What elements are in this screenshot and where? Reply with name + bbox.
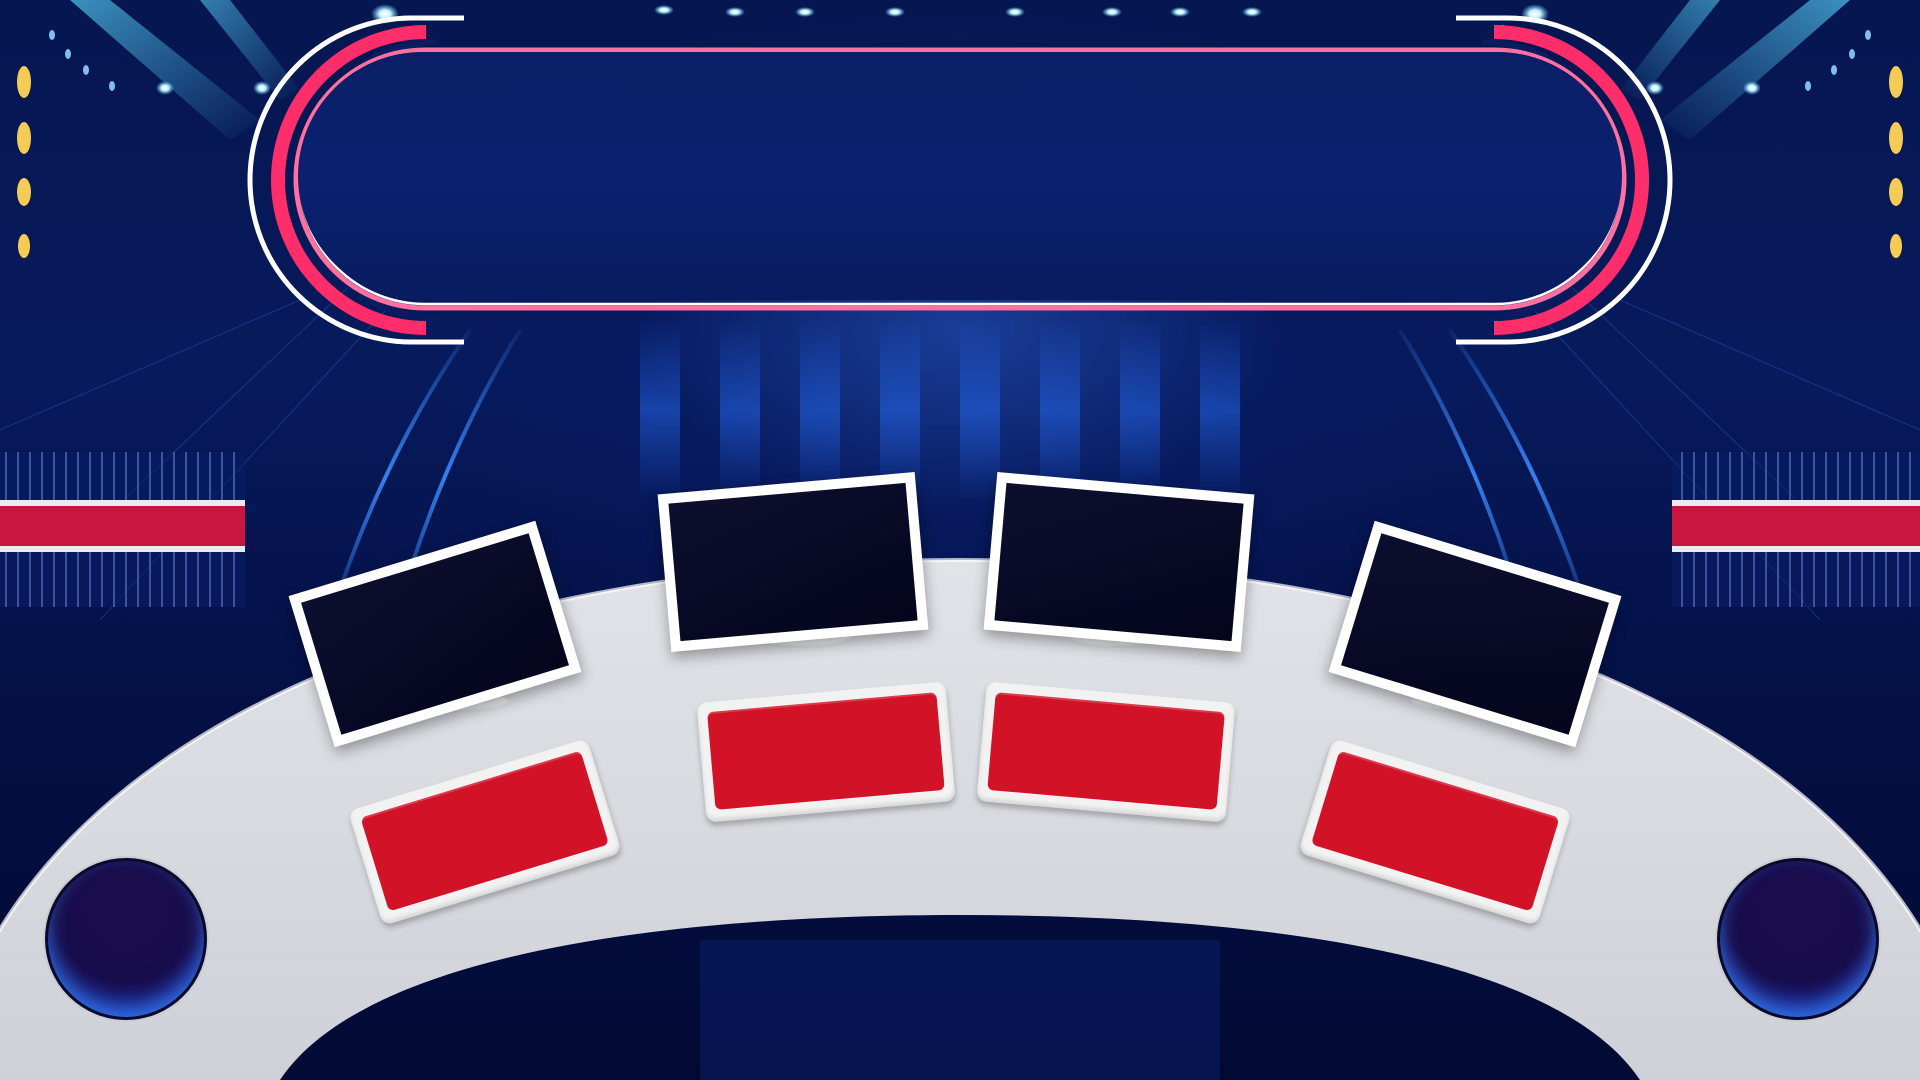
podium-3-buzzer-face[interactable] [987, 692, 1225, 810]
podium-3-buzzer[interactable] [976, 681, 1236, 823]
podium-2-screen [668, 482, 918, 642]
podium-3-monitor [983, 472, 1255, 652]
podium-3-screen [994, 482, 1244, 642]
game-stage [0, 0, 1920, 1080]
right-orb-light [1717, 858, 1879, 1020]
left-orb-light [45, 858, 207, 1020]
podium-2-buzzer-face[interactable] [707, 692, 945, 810]
contestant-desk [0, 557, 1920, 1080]
podium-2-monitor [657, 472, 929, 652]
podium-2-buzzer[interactable] [696, 681, 956, 823]
